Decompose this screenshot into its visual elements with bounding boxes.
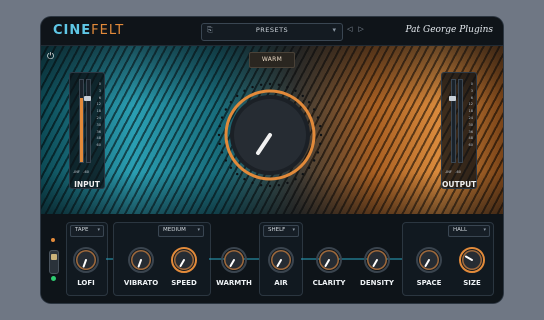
input-tick: 0 [98,82,101,86]
input-level-bar [79,79,84,163]
next-preset-arrow-icon[interactable]: ▷ [358,25,369,33]
output-tick: 36 [468,129,473,134]
output-tick: 48 [468,136,473,141]
logo: CINEFELT [53,23,124,38]
output-tick: 0 [470,82,473,86]
output-tick: 60 [468,143,473,148]
prev-preset-arrow-icon[interactable]: ◁ [347,25,358,33]
plugin-window: CINEFELT ⎘ PRESETS ▾ ◁▷ Pat George Plugi… [41,17,503,303]
input-tick: 24 [96,115,101,120]
output-tick: 24 [468,115,473,120]
preset-nav: ◁▷ [347,25,370,33]
vibrato-knob[interactable] [128,247,154,273]
input-level-fill [80,98,83,162]
mode-selector[interactable]: WARM [249,52,295,68]
header-bar: CINEFELT ⎘ PRESETS ▾ ◁▷ Pat George Plugi… [41,17,503,46]
output-foot-left: -INF [445,170,452,174]
preset-menu-icon[interactable]: ▾ [332,26,336,34]
output-tick: 6 [470,95,473,100]
output-fader-track[interactable] [449,79,456,163]
density-knob[interactable] [364,247,390,273]
clarity-knob[interactable] [316,247,342,273]
input-label: INPUT [74,180,100,189]
output-scale: 0 3 6 12 18 24 30 36 48 60 [469,81,473,149]
input-meter: 0 3 6 12 18 24 30 36 48 60 -INF -60 INPUT [69,72,105,189]
input-tick: 60 [96,143,101,148]
preset-label: PRESETS [255,26,289,34]
output-tick: 30 [468,122,473,127]
hero-scene: ⏻ WARM 0 3 6 12 18 24 30 36 48 60 -INF -60 INPUT … [41,46,503,214]
output-fader-handle[interactable] [449,96,456,101]
input-foot-labels: -INF -60 [73,170,89,174]
input-tick: 48 [96,136,101,141]
input-scale: 0 3 6 12 18 24 30 36 48 60 [97,81,101,149]
output-tick: 3 [470,88,473,93]
main-drive-knob[interactable] [216,81,324,189]
density-label: DENSITY [360,279,394,287]
output-level-bar [458,79,463,163]
input-tick: 12 [96,102,101,107]
control-panel: TAPE ▾ MEDIUM ▾ SHELF ▾ HALL ▾ LOFI VIBRATO SP… [41,214,503,303]
lofi-label: LOFI [77,279,95,287]
output-label: OUTPUT [442,180,477,189]
output-foot-right: -60 [455,170,461,174]
space-knob[interactable] [416,247,442,273]
input-fader-handle[interactable] [84,96,91,101]
output-tick: 18 [468,109,473,114]
warmth-knob[interactable] [221,247,247,273]
size-knob[interactable] [459,247,485,273]
input-tick: 6 [98,95,101,100]
air-knob[interactable] [268,247,294,273]
size-label: SIZE [463,279,481,287]
output-meter: 0 3 6 12 18 24 30 36 48 60 -INF -60 OUTPUT [441,72,477,189]
power-icon[interactable]: ⏻ [47,52,57,62]
mode-label: WARM [261,56,283,63]
logo-text-secondary: FELT [91,23,125,38]
output-foot-labels: -INF -60 [445,170,461,174]
brand-name: Pat George Plugins [405,25,493,35]
speed-knob[interactable] [171,247,197,273]
logo-text-primary: CINE [53,23,92,38]
input-tick: 3 [98,88,101,93]
input-tick: 30 [96,122,101,127]
input-foot-right: -60 [83,170,89,174]
output-tick: 12 [468,102,473,107]
preset-selector[interactable]: ⎘ PRESETS ▾ [201,23,343,41]
input-tick: 18 [96,109,101,114]
lofi-knob[interactable] [73,247,99,273]
input-tick: 36 [96,129,101,134]
input-fader-track[interactable] [84,79,91,163]
input-foot-left: -INF [73,170,80,174]
